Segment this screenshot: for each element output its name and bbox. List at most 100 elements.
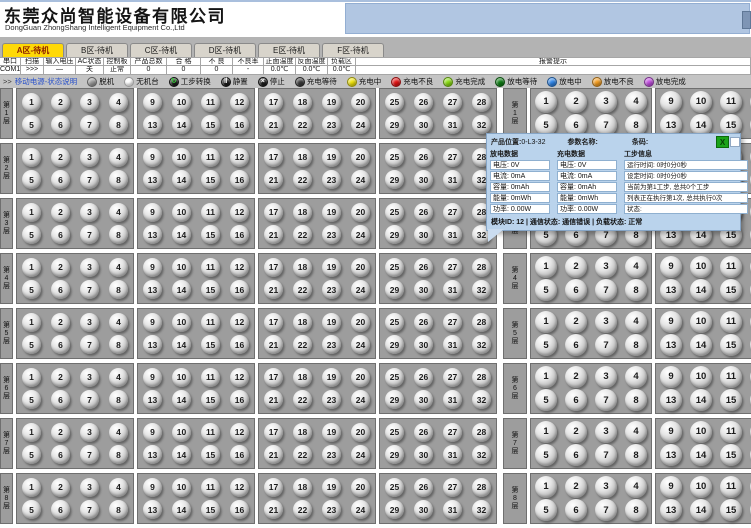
battery-slot[interactable]: 31	[443, 390, 462, 409]
battery-slot[interactable]: 16	[230, 390, 249, 409]
battery-slot[interactable]: 11	[201, 93, 220, 112]
battery-slot[interactable]: 6	[51, 445, 70, 464]
tab-zone-2[interactable]: C区-待机	[130, 43, 192, 57]
battery-slot[interactable]: 29	[385, 280, 404, 299]
battery-slot[interactable]: 11	[720, 476, 742, 498]
battery-slot[interactable]: 8	[109, 390, 128, 409]
battery-slot[interactable]: 5	[22, 390, 41, 409]
battery-slot[interactable]: 3	[595, 256, 617, 278]
battery-slot[interactable]: 2	[51, 148, 70, 167]
battery-slot[interactable]: 13	[660, 499, 682, 521]
battery-slot[interactable]: 16	[230, 445, 249, 464]
battery-slot[interactable]: 26	[414, 258, 433, 277]
battery-slot[interactable]: 4	[625, 91, 647, 113]
battery-slot[interactable]: 7	[80, 390, 99, 409]
battery-slot[interactable]: 29	[385, 500, 404, 519]
battery-slot[interactable]: 8	[109, 335, 128, 354]
battery-slot[interactable]: 7	[595, 389, 617, 411]
battery-slot[interactable]: 10	[690, 366, 712, 388]
battery-slot[interactable]: 18	[293, 258, 312, 277]
battery-slot[interactable]: 12	[230, 148, 249, 167]
battery-slot[interactable]: 5	[22, 225, 41, 244]
battery-slot[interactable]: 5	[535, 334, 557, 356]
battery-slot[interactable]: 21	[264, 280, 283, 299]
battery-slot[interactable]: 9	[660, 421, 682, 443]
battery-slot[interactable]: 1	[22, 93, 41, 112]
battery-slot[interactable]: 30	[414, 170, 433, 189]
battery-slot[interactable]: 11	[201, 368, 220, 387]
battery-slot[interactable]: 18	[293, 313, 312, 332]
battery-slot[interactable]: 24	[351, 390, 370, 409]
battery-slot[interactable]: 5	[22, 445, 41, 464]
battery-slot[interactable]: 9	[143, 423, 162, 442]
battery-slot[interactable]: 27	[443, 258, 462, 277]
battery-slot[interactable]: 7	[595, 444, 617, 466]
battery-slot[interactable]: 8	[109, 445, 128, 464]
battery-slot[interactable]: 6	[51, 390, 70, 409]
battery-slot[interactable]: 7	[80, 335, 99, 354]
battery-slot[interactable]: 12	[230, 423, 249, 442]
battery-slot[interactable]: 20	[351, 148, 370, 167]
battery-slot[interactable]: 27	[443, 313, 462, 332]
battery-slot[interactable]: 9	[660, 476, 682, 498]
battery-slot[interactable]: 2	[51, 313, 70, 332]
battery-slot[interactable]: 17	[264, 148, 283, 167]
battery-slot[interactable]: 8	[625, 444, 647, 466]
battery-slot[interactable]: 6	[565, 389, 587, 411]
battery-slot[interactable]: 20	[351, 423, 370, 442]
battery-slot[interactable]: 11	[201, 313, 220, 332]
battery-slot[interactable]: 21	[264, 445, 283, 464]
battery-slot[interactable]: 4	[109, 203, 128, 222]
battery-slot[interactable]: 13	[143, 225, 162, 244]
battery-slot[interactable]: 4	[109, 313, 128, 332]
battery-slot[interactable]: 16	[230, 280, 249, 299]
battery-slot[interactable]: 8	[109, 115, 128, 134]
battery-slot[interactable]: 26	[414, 93, 433, 112]
battery-slot[interactable]: 5	[22, 335, 41, 354]
battery-slot[interactable]: 7	[80, 445, 99, 464]
battery-slot[interactable]: 13	[143, 115, 162, 134]
battery-slot[interactable]: 4	[109, 478, 128, 497]
battery-slot[interactable]: 9	[143, 478, 162, 497]
battery-slot[interactable]: 20	[351, 203, 370, 222]
battery-slot[interactable]: 16	[230, 335, 249, 354]
battery-slot[interactable]: 29	[385, 225, 404, 244]
battery-slot[interactable]: 28	[472, 423, 491, 442]
battery-slot[interactable]: 13	[143, 335, 162, 354]
battery-slot[interactable]: 31	[443, 115, 462, 134]
battery-slot[interactable]: 6	[51, 225, 70, 244]
battery-slot[interactable]: 19	[322, 313, 341, 332]
battery-slot[interactable]: 22	[293, 225, 312, 244]
battery-slot[interactable]: 2	[51, 423, 70, 442]
battery-slot[interactable]: 6	[565, 444, 587, 466]
battery-slot[interactable]: 14	[172, 225, 191, 244]
battery-slot[interactable]: 8	[109, 500, 128, 519]
battery-slot[interactable]: 31	[443, 225, 462, 244]
battery-slot[interactable]: 20	[351, 313, 370, 332]
battery-slot[interactable]: 14	[690, 499, 712, 521]
battery-slot[interactable]: 19	[322, 368, 341, 387]
battery-slot[interactable]: 5	[22, 280, 41, 299]
battery-slot[interactable]: 5	[535, 389, 557, 411]
battery-slot[interactable]: 30	[414, 115, 433, 134]
battery-slot[interactable]: 22	[293, 115, 312, 134]
battery-slot[interactable]: 10	[690, 311, 712, 333]
battery-slot[interactable]: 30	[414, 500, 433, 519]
battery-slot[interactable]: 9	[143, 258, 162, 277]
battery-slot[interactable]: 14	[690, 444, 712, 466]
battery-slot[interactable]: 1	[22, 368, 41, 387]
battery-slot[interactable]: 1	[22, 478, 41, 497]
battery-slot[interactable]: 5	[22, 500, 41, 519]
battery-slot[interactable]: 31	[443, 500, 462, 519]
battery-slot[interactable]: 30	[414, 280, 433, 299]
battery-slot[interactable]: 6	[51, 335, 70, 354]
battery-slot[interactable]: 17	[264, 93, 283, 112]
battery-slot[interactable]: 23	[322, 335, 341, 354]
battery-slot[interactable]: 13	[660, 334, 682, 356]
battery-slot[interactable]: 12	[230, 93, 249, 112]
battery-slot[interactable]: 1	[535, 311, 557, 333]
battery-slot[interactable]: 9	[143, 313, 162, 332]
battery-slot[interactable]: 2	[565, 256, 587, 278]
battery-slot[interactable]: 15	[720, 279, 742, 301]
battery-slot[interactable]: 26	[414, 423, 433, 442]
